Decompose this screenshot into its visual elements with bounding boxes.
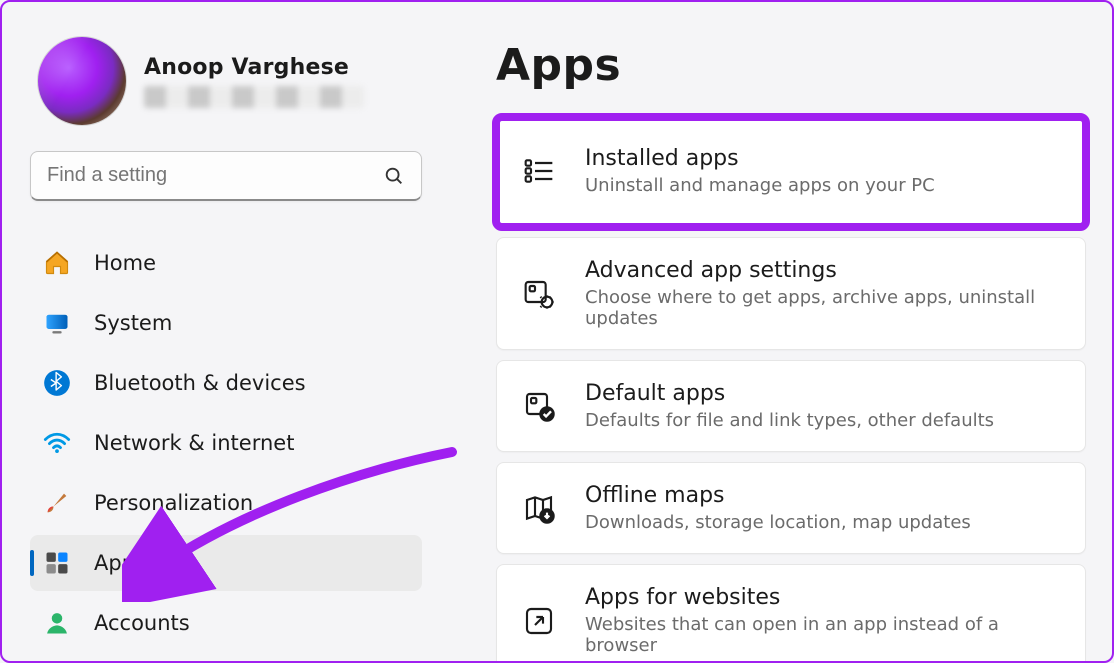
avatar <box>38 37 126 125</box>
sidebar-item-label: Home <box>94 251 156 275</box>
settings-cards: Installed apps Uninstall and manage apps… <box>496 117 1086 661</box>
wifi-icon <box>42 428 72 458</box>
sidebar-item-network[interactable]: Network & internet <box>30 415 422 471</box>
card-title: Installed apps <box>585 146 935 171</box>
card-installed-apps[interactable]: Installed apps Uninstall and manage apps… <box>496 117 1086 227</box>
sidebar-item-label: Accounts <box>94 611 190 635</box>
search-box[interactable] <box>30 151 422 201</box>
card-title: Advanced app settings <box>585 258 1059 283</box>
app-gear-icon <box>521 276 557 312</box>
card-default-apps[interactable]: Default apps Defaults for file and link … <box>496 360 1086 452</box>
default-apps-icon <box>521 388 557 424</box>
sidebar-item-system[interactable]: System <box>30 295 422 351</box>
card-text: Default apps Defaults for file and link … <box>585 381 994 431</box>
sidebar-item-label: System <box>94 311 172 335</box>
search-icon <box>383 165 405 187</box>
card-desc: Choose where to get apps, archive apps, … <box>585 287 1059 329</box>
card-title: Apps for websites <box>585 585 1059 610</box>
paintbrush-icon <box>42 488 72 518</box>
card-text: Installed apps Uninstall and manage apps… <box>585 146 935 196</box>
card-desc: Defaults for file and link types, other … <box>585 410 994 431</box>
card-offline-maps[interactable]: Offline maps Downloads, storage location… <box>496 462 1086 554</box>
nav-list: Home System <box>30 235 422 651</box>
sidebar-item-accounts[interactable]: Accounts <box>30 595 422 651</box>
card-text: Advanced app settings Choose where to ge… <box>585 258 1059 329</box>
settings-app: Anoop Varghese Home <box>2 2 1112 661</box>
sidebar-item-label: Network & internet <box>94 431 294 455</box>
sidebar-item-label: Apps <box>94 551 146 575</box>
page-title: Apps <box>496 40 1086 91</box>
profile-block[interactable]: Anoop Varghese <box>30 37 422 125</box>
card-desc: Websites that can open in an app instead… <box>585 614 1059 656</box>
open-app-icon <box>521 603 557 639</box>
list-apps-icon <box>521 153 557 189</box>
map-download-icon <box>521 490 557 526</box>
home-icon <box>42 248 72 278</box>
sidebar-item-personalization[interactable]: Personalization <box>30 475 422 531</box>
card-desc: Uninstall and manage apps on your PC <box>585 175 935 196</box>
card-text: Offline maps Downloads, storage location… <box>585 483 971 533</box>
search-input[interactable] <box>47 164 365 187</box>
person-icon <box>42 608 72 638</box>
sidebar-item-home[interactable]: Home <box>30 235 422 291</box>
card-advanced-app-settings[interactable]: Advanced app settings Choose where to ge… <box>496 237 1086 350</box>
card-title: Default apps <box>585 381 994 406</box>
bluetooth-icon <box>42 368 72 398</box>
apps-icon <box>42 548 72 578</box>
card-desc: Downloads, storage location, map updates <box>585 512 971 533</box>
profile-email-redacted <box>144 86 364 108</box>
sidebar-item-label: Personalization <box>94 491 253 515</box>
sidebar-item-bluetooth[interactable]: Bluetooth & devices <box>30 355 422 411</box>
sidebar-item-apps[interactable]: Apps <box>30 535 422 591</box>
profile-text: Anoop Varghese <box>144 55 364 108</box>
profile-name: Anoop Varghese <box>144 55 364 80</box>
main-panel: Apps Installed apps Uninstall and manage… <box>450 2 1112 661</box>
system-icon <box>42 308 72 338</box>
card-title: Offline maps <box>585 483 971 508</box>
card-apps-for-websites[interactable]: Apps for websites Websites that can open… <box>496 564 1086 661</box>
sidebar: Anoop Varghese Home <box>2 2 450 661</box>
card-text: Apps for websites Websites that can open… <box>585 585 1059 656</box>
sidebar-item-label: Bluetooth & devices <box>94 371 306 395</box>
